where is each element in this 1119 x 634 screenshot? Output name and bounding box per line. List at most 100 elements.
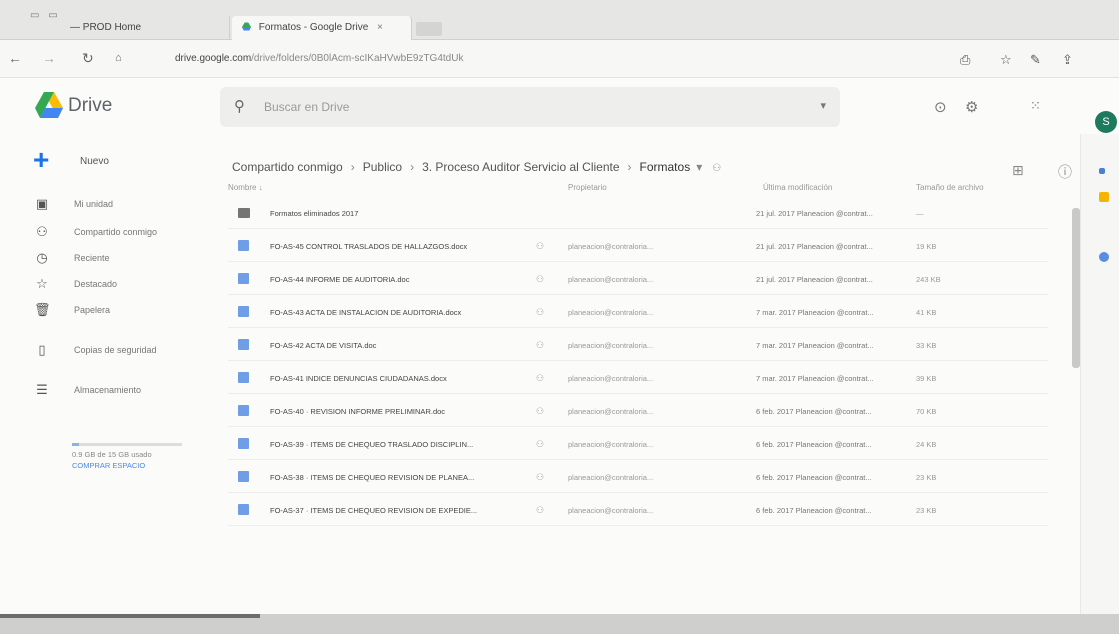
info-icon[interactable]: ⓘ <box>1058 162 1072 182</box>
home-icon[interactable]: ⌂ <box>115 52 122 64</box>
column-name[interactable]: Nombre ↓ <box>228 183 263 192</box>
sidebar: + Nuevo ▣ Mi unidad ⚇ Compartido conmigo… <box>0 134 200 614</box>
drive-logo-icon[interactable] <box>35 92 63 118</box>
table-row[interactable]: FO-AS-44 INFORME DE AUDITORIA.doc ⚇ planea… <box>228 262 1048 295</box>
sidebar-item-trash[interactable]: 🗑 Papelera <box>30 302 200 322</box>
search-options-icon[interactable]: ▾ <box>820 99 826 112</box>
new-tab-button[interactable] <box>416 22 442 36</box>
table-row[interactable]: FO-AS-43 ACTA DE INSTALACION DE AUDITORI… <box>228 295 1048 328</box>
file-owner: planeacion@contraloria... <box>568 440 654 449</box>
file-modified: 7 mar. 2017 Planeacion @contrat... <box>756 341 874 350</box>
share-icon[interactable]: ⇪ <box>1062 52 1073 68</box>
apps-icon[interactable]: ⁙ <box>1030 98 1041 114</box>
breadcrumb-current[interactable]: Formatos <box>640 160 691 174</box>
tab-prod-home[interactable]: — PROD Home <box>60 16 230 40</box>
file-name: FO-AS-41 INDICE DENUNCIAS CIUDADANAS.doc… <box>270 374 447 383</box>
search-bar[interactable]: ⚲ Buscar en Drive ▾ <box>220 87 840 127</box>
file-owner: planeacion@contraloria... <box>568 275 654 284</box>
breadcrumb-item[interactable]: 3. Proceso Auditor Servicio al Cliente <box>422 160 619 174</box>
file-size: — <box>916 209 924 218</box>
refresh-icon[interactable]: ↻ <box>82 50 94 67</box>
sidebar-item-storage[interactable]: ☰ Almacenamiento <box>30 382 200 402</box>
close-tab-icon[interactable]: × <box>377 22 383 33</box>
shared-icon: ⚇ <box>536 505 545 515</box>
document-icon <box>238 405 249 416</box>
help-icon[interactable]: ⊙ <box>934 98 947 116</box>
drive-favicon-icon <box>242 22 251 31</box>
file-size: 19 KB <box>916 242 937 251</box>
file-list: Formatos eliminados 2017 21 jul. 2017 Pla… <box>228 196 1048 526</box>
url-path: /drive/folders/0B0lAcm-scIKaHVwbE9zTG4td… <box>251 53 464 64</box>
sidebar-item-label: Almacenamiento <box>74 385 142 395</box>
favorites-icon[interactable]: ☆ <box>1000 52 1012 68</box>
sidebar-item-shared[interactable]: ⚇ Compartido conmigo <box>30 224 200 244</box>
table-row[interactable]: Formatos eliminados 2017 21 jul. 2017 Pla… <box>228 196 1048 229</box>
file-name: FO-AS-40 · REVISION INFORME PRELIMINAR.d… <box>270 407 446 416</box>
file-modified: 6 feb. 2017 Planeacion @contrat... <box>756 473 872 482</box>
file-name: FO-AS-42 ACTA DE VISITA.doc <box>270 341 377 350</box>
file-size: 24 KB <box>916 440 937 449</box>
buy-storage-link[interactable]: COMPRAR ESPACIO <box>72 461 145 470</box>
calendar-icon[interactable] <box>1099 168 1105 174</box>
shared-icon: ⚇ <box>536 274 545 284</box>
screen: ▭ ▭ — PROD Home Formatos - Google Drive … <box>0 0 1119 634</box>
file-list-area: Compartido conmigo › Publico › 3. Proceso Au… <box>200 134 1080 614</box>
reading-view-icon[interactable]: ⎙ <box>960 52 970 68</box>
file-size: 70 KB <box>916 407 937 416</box>
new-button[interactable]: + Nuevo <box>30 146 160 176</box>
file-modified: 6 feb. 2017 Planeacion @contrat... <box>756 407 872 416</box>
file-owner: planeacion@contraloria... <box>568 308 654 317</box>
breadcrumb-item[interactable]: Compartido conmigo <box>232 160 343 174</box>
document-icon <box>238 273 249 284</box>
back-icon[interactable]: ← <box>8 50 22 66</box>
file-size: 23 KB <box>916 506 937 515</box>
sidebar-item-backups[interactable]: ▯ Copias de seguridad <box>30 342 200 362</box>
tab-google-drive[interactable]: Formatos - Google Drive × <box>232 16 412 40</box>
file-size: 41 KB <box>916 308 937 317</box>
file-modified: 21 jul. 2017 Planeacion @contrat... <box>756 209 873 218</box>
file-modified: 21 jul. 2017 Planeacion @contrat... <box>756 242 873 251</box>
new-button-label: Nuevo <box>80 156 109 167</box>
sidebar-item-starred[interactable]: ☆ Destacado <box>30 276 200 296</box>
shared-folder-icon: ⚇ <box>712 163 722 174</box>
column-modified[interactable]: Última modificación <box>763 183 832 192</box>
browser-tab-strip: ▭ ▭ — PROD Home Formatos - Google Drive … <box>0 0 1119 40</box>
keep-icon[interactable] <box>1099 192 1109 202</box>
url-field[interactable]: drive.google.com/drive/folders/0B0lAcm-s… <box>175 53 735 64</box>
sidebar-item-label: Reciente <box>74 253 110 263</box>
breadcrumb-item[interactable]: Publico <box>363 160 402 174</box>
file-name: FO-AS-43 ACTA DE INSTALACION DE AUDITORI… <box>270 308 462 317</box>
storage-icon: ☰ <box>36 382 48 397</box>
document-icon <box>238 372 249 383</box>
search-input[interactable]: Buscar en Drive <box>264 100 349 114</box>
table-row[interactable]: FO-AS-40 · REVISION INFORME PRELIMINAR.d… <box>228 394 1048 427</box>
chevron-down-icon[interactable]: ▾ <box>696 160 702 174</box>
recent-icon: ◷ <box>36 250 48 265</box>
scrollbar[interactable] <box>1072 208 1080 368</box>
table-row[interactable]: FO-AS-38 · ITEMS DE CHEQUEO REVISION DE … <box>228 460 1048 493</box>
table-row[interactable]: FO-AS-45 CONTROL TRASLADOS DE HALLAZGOS.… <box>228 229 1048 262</box>
file-modified: 7 mar. 2017 Planeacion @contrat... <box>756 308 874 317</box>
table-row[interactable]: FO-AS-39 · ITEMS DE CHEQUEO TRASLADO DIS… <box>228 427 1048 460</box>
my-drive-icon: ▣ <box>35 196 49 211</box>
settings-icon[interactable]: ⚙ <box>965 98 978 116</box>
breadcrumb: Compartido conmigo › Publico › 3. Proceso Au… <box>232 160 722 174</box>
file-name: FO-AS-38 · ITEMS DE CHEQUEO REVISION DE … <box>270 473 475 482</box>
forward-icon[interactable]: → <box>42 50 56 66</box>
file-owner: planeacion@contraloria... <box>568 473 654 482</box>
table-row[interactable]: FO-AS-37 · ITEMS DE CHEQUEO REVISION DE … <box>228 493 1048 526</box>
storage-progress-fill <box>72 443 79 446</box>
file-modified: 21 jul. 2017 Planeacion @contrat... <box>756 275 873 284</box>
file-size: 23 KB <box>916 473 937 482</box>
backup-icon: ▯ <box>38 342 46 357</box>
sidebar-item-my-drive[interactable]: ▣ Mi unidad <box>30 196 200 216</box>
table-row[interactable]: FO-AS-41 INDICE DENUNCIAS CIUDADANAS.doc… <box>228 361 1048 394</box>
table-row[interactable]: FO-AS-42 ACTA DE VISITA.doc ⚇ planeacion@c… <box>228 328 1048 361</box>
avatar[interactable]: S <box>1095 111 1117 133</box>
document-icon <box>238 339 249 350</box>
pen-icon[interactable]: ✎ <box>1030 52 1041 68</box>
sidebar-item-recent[interactable]: ◷ Reciente <box>30 250 200 270</box>
tasks-icon[interactable] <box>1099 252 1109 262</box>
storage-progress-bar <box>72 443 182 446</box>
drive-logo-text: Drive <box>68 95 113 116</box>
